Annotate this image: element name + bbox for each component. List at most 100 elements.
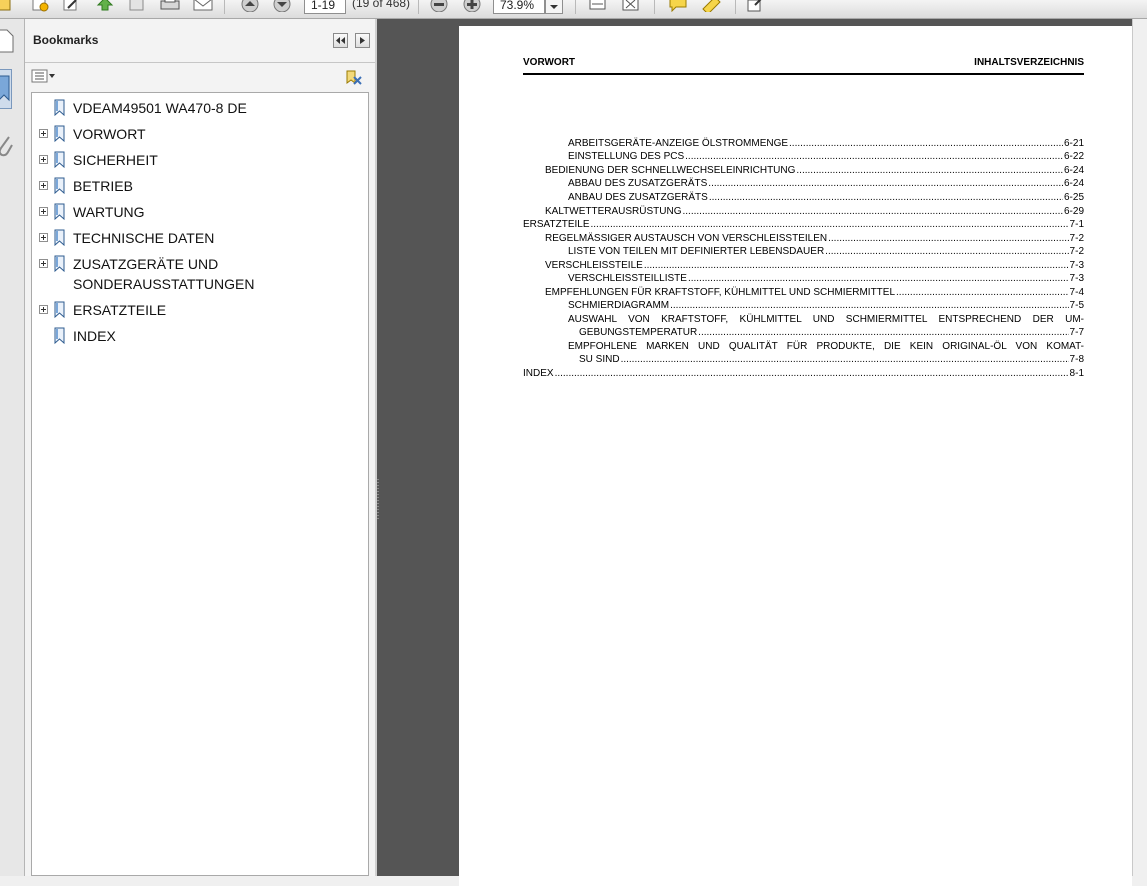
save-icon[interactable] bbox=[127, 0, 147, 14]
zoom-out-icon[interactable] bbox=[428, 0, 450, 14]
toc-entry[interactable]: VERSCHLEISSTEILLISTE 7-3 bbox=[568, 273, 1084, 285]
toc-entry-page: 7-8 bbox=[1069, 354, 1084, 365]
bookmark-label: VDEAM49501 WA470-8 DE bbox=[73, 100, 247, 116]
options-menu-icon[interactable] bbox=[31, 69, 57, 88]
bookmark-icon bbox=[53, 327, 67, 350]
open-file-icon[interactable] bbox=[30, 0, 50, 14]
toc-entry-title: INDEX bbox=[523, 368, 554, 379]
page-header-right: INHALTSVERZEICHNIS bbox=[974, 57, 1084, 68]
bookmarks-tab-icon[interactable] bbox=[0, 69, 12, 109]
sign-icon[interactable] bbox=[745, 0, 767, 14]
toc-entry-title: BEDIENUNG DER SCHNELLWECHSELEINRICHTUNG bbox=[545, 165, 796, 176]
toc-entry[interactable]: ERSATZTEILE 7-1 bbox=[523, 219, 1084, 231]
toc-entry[interactable]: VERSCHLEISSTEILE 7-3 bbox=[545, 260, 1084, 272]
toc-entry[interactable]: EMPFEHLUNGEN FÜR KRAFTSTOFF, KÜHLMITTEL … bbox=[545, 287, 1084, 299]
attachments-icon[interactable] bbox=[0, 134, 13, 163]
document-page: VORWORT INHALTSVERZEICHNIS ARBEITSGERÄTE… bbox=[459, 26, 1132, 886]
bookmark-item[interactable]: VORWORT bbox=[32, 124, 362, 144]
expand-icon[interactable] bbox=[39, 233, 48, 242]
upload-icon[interactable] bbox=[94, 0, 116, 14]
bookmark-item[interactable]: WARTUNG bbox=[32, 202, 362, 222]
navigation-strip bbox=[0, 19, 25, 876]
toc-dot-leader bbox=[789, 138, 1063, 150]
page-count-label: (19 of 468) bbox=[352, 0, 411, 10]
edit-document-icon[interactable] bbox=[61, 0, 81, 14]
toc-entry-title: GEBUNGSTEMPERATUR bbox=[579, 327, 698, 338]
bookmark-label: TECHNISCHE DATEN bbox=[73, 230, 215, 246]
page-thumbnails-icon[interactable] bbox=[0, 29, 15, 58]
vertical-scrollbar[interactable] bbox=[1132, 19, 1147, 876]
bookmark-item[interactable]: VDEAM49501 WA470-8 DE bbox=[32, 98, 362, 118]
collapse-panel-button[interactable] bbox=[333, 33, 348, 48]
fit-page-icon[interactable] bbox=[620, 0, 642, 14]
toc-entry-title: ABBAU DES ZUSATZGERÄTS bbox=[568, 178, 708, 189]
toc-entry-page: 6-25 bbox=[1063, 192, 1084, 203]
previous-page-icon[interactable] bbox=[240, 0, 260, 14]
panel-menu-button[interactable] bbox=[355, 33, 370, 48]
bookmark-item[interactable]: SICHERHEIT bbox=[32, 150, 362, 170]
bookmark-label: VORWORT bbox=[73, 126, 146, 142]
toc-entry-page: 6-22 bbox=[1063, 151, 1084, 162]
print-icon[interactable] bbox=[159, 0, 181, 14]
toc-entry[interactable]: INDEX 8-1 bbox=[523, 368, 1084, 380]
toc-entry-title: LISTE VON TEILEN MIT DEFINIERTER LEBENSD… bbox=[568, 246, 825, 257]
toc-entry[interactable]: REGELMÄSSIGER AUSTAUSCH VON VERSCHLEISST… bbox=[545, 233, 1084, 245]
splitter-grip[interactable] bbox=[377, 479, 379, 521]
page-number-input[interactable]: 1-19 bbox=[304, 0, 346, 14]
expand-icon[interactable] bbox=[39, 181, 48, 190]
bookmarks-toolbar bbox=[25, 63, 375, 91]
toc-entry[interactable]: KALTWETTERAUSRÜSTUNG 6-29 bbox=[545, 206, 1084, 218]
zoom-dropdown-icon[interactable] bbox=[545, 0, 563, 14]
toc-entry-page: 6-29 bbox=[1063, 206, 1084, 217]
bookmarks-panel-header: Bookmarks bbox=[25, 19, 375, 63]
expand-icon[interactable] bbox=[39, 129, 48, 138]
toc-entry-page: 6-24 bbox=[1063, 178, 1084, 189]
toc-entry[interactable]: SCHMIERDIAGRAMM 7-5 bbox=[568, 300, 1084, 312]
toc-entry[interactable]: SU SIND 7-8 bbox=[579, 354, 1084, 366]
expand-icon[interactable] bbox=[39, 259, 48, 268]
header-rule bbox=[523, 73, 1084, 75]
toc-entry[interactable]: LISTE VON TEILEN MIT DEFINIERTER LEBENSD… bbox=[568, 246, 1084, 258]
toc-entry[interactable]: BEDIENUNG DER SCHNELLWECHSELEINRICHTUNG 6… bbox=[545, 165, 1084, 177]
bookmark-label: WARTUNG bbox=[73, 204, 145, 220]
expand-icon[interactable] bbox=[39, 207, 48, 216]
bookmark-label: ERSATZTEILE bbox=[73, 302, 167, 318]
expand-icon[interactable] bbox=[39, 155, 48, 164]
toolbar: 1-19 (19 of 468) 73.9% bbox=[0, 0, 1147, 19]
bookmark-item[interactable]: ZUSATZGERÄTE UND SONDERAUSSTATTUNGEN bbox=[32, 254, 362, 294]
bookmark-item[interactable]: BETRIEB bbox=[32, 176, 362, 196]
toc-entry-title: VERSCHLEISSTEILE bbox=[545, 260, 643, 271]
toc-entry-title: SCHMIERDIAGRAMM bbox=[568, 300, 670, 311]
toc-entry-title-line: EMPFOHLENE MARKEN UND QUALITÄT FÜR PRODU… bbox=[568, 341, 1084, 352]
toc-dot-leader bbox=[698, 327, 1068, 339]
toc-entry-title: ANBAU DES ZUSATZGERÄTS bbox=[568, 192, 708, 203]
bookmarks-panel: Bookmarks VDEAM49501 WA470-8 DE VORWORT SI… bbox=[25, 19, 375, 876]
toc-entry[interactable]: ARBEITSGERÄTE-ANZEIGE ÖLSTROMMENGE 6-21 bbox=[568, 138, 1084, 150]
toc-entry[interactable]: ANBAU DES ZUSATZGERÄTS 6-25 bbox=[568, 192, 1084, 204]
toc-entry-title-line: AUSWAHL VON KRAFTSTOFF, KÜHLMITTEL UND S… bbox=[568, 314, 1084, 325]
next-page-icon[interactable] bbox=[272, 0, 292, 14]
toc-entry-page: 7-4 bbox=[1069, 287, 1084, 298]
delete-bookmark-icon[interactable] bbox=[345, 69, 363, 90]
zoom-level-input[interactable]: 73.9% bbox=[493, 0, 545, 14]
toc-dot-leader bbox=[555, 368, 1069, 380]
toc-entry[interactable]: EINSTELLUNG DES PCS 6-22 bbox=[568, 151, 1084, 163]
expand-icon[interactable] bbox=[39, 305, 48, 314]
toc-entry[interactable]: GEBUNGSTEMPERATUR 7-7 bbox=[579, 327, 1084, 339]
highlight-icon[interactable] bbox=[700, 0, 722, 14]
toc-entry[interactable]: ABBAU DES ZUSATZGERÄTS 6-24 bbox=[568, 178, 1084, 190]
zoom-in-icon[interactable] bbox=[461, 0, 483, 14]
bookmarks-panel-icon[interactable] bbox=[0, 0, 14, 14]
bookmark-item[interactable]: INDEX bbox=[32, 326, 362, 346]
comment-icon[interactable] bbox=[667, 0, 689, 14]
fit-width-icon[interactable] bbox=[587, 0, 609, 14]
toc-dot-leader bbox=[825, 246, 1068, 258]
bookmark-item[interactable]: ERSATZTEILE bbox=[32, 300, 362, 320]
bookmark-item[interactable]: TECHNISCHE DATEN bbox=[32, 228, 362, 248]
toc-entry-page: 7-3 bbox=[1069, 260, 1084, 271]
toc-entry-title: REGELMÄSSIGER AUSTAUSCH VON VERSCHLEISST… bbox=[545, 233, 828, 244]
email-icon[interactable] bbox=[192, 0, 214, 14]
toc-entry-page: 7-2 bbox=[1069, 246, 1084, 257]
toc-entry-title: ARBEITSGERÄTE-ANZEIGE ÖLSTROMMENGE bbox=[568, 138, 789, 149]
toc-dot-leader bbox=[688, 273, 1069, 285]
